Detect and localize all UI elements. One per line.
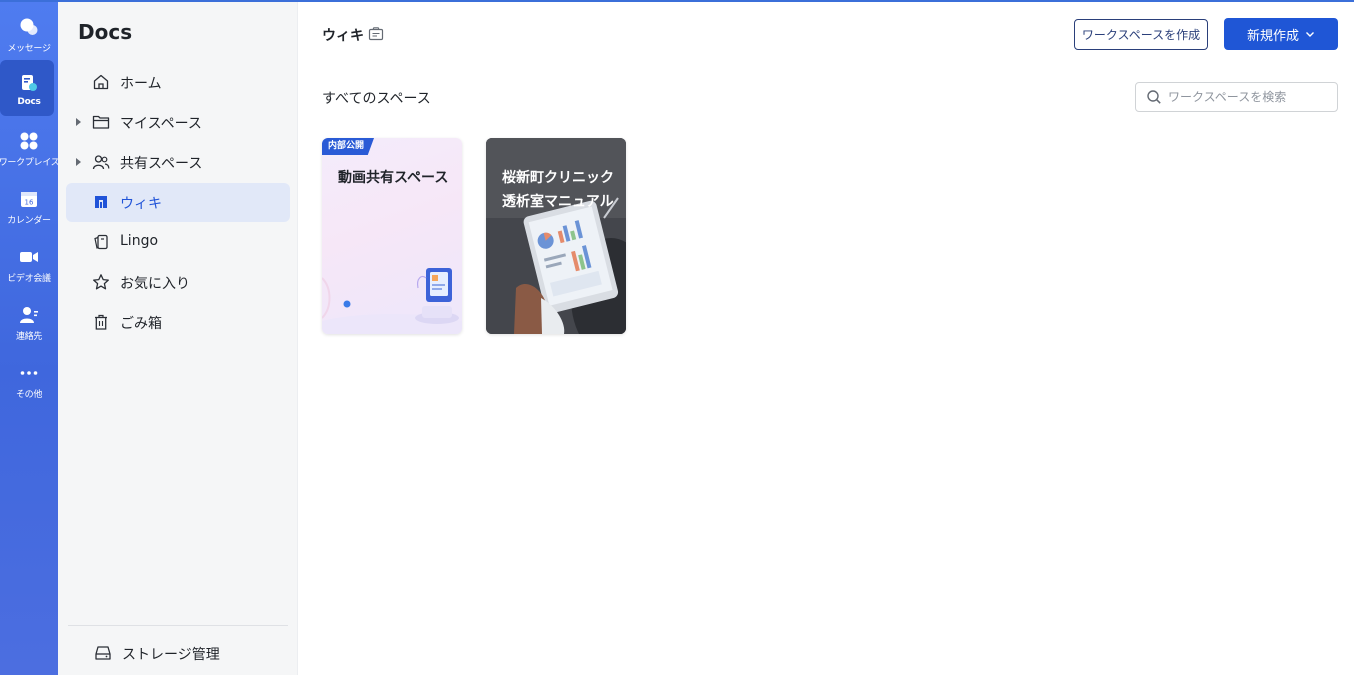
more-dots-icon — [18, 362, 40, 384]
rail-item-label: ビデオ会議 — [7, 274, 51, 284]
rail-item-messages[interactable]: メッセージ — [0, 4, 58, 60]
home-icon — [93, 74, 109, 90]
sidebar-title: Docs — [78, 20, 133, 44]
sidebar-item-my-space[interactable]: マイスペース — [66, 103, 290, 142]
video-camera-icon — [18, 246, 40, 268]
workplace-grid-icon — [18, 130, 40, 152]
workspace-search[interactable] — [1135, 82, 1338, 112]
sidebar-item-home[interactable]: ホーム — [66, 63, 290, 102]
search-icon — [1147, 90, 1161, 104]
calendar-day-number: 16 — [25, 199, 34, 207]
section-title: すべてのスペース — [322, 91, 431, 107]
sidebar-divider — [68, 625, 288, 626]
wiki-icon — [95, 196, 107, 208]
rail-item-label: その他 — [15, 390, 43, 400]
docs-icon — [18, 72, 40, 94]
sidebar-item-label: マイスペース — [120, 116, 202, 132]
space-card[interactable]: 内部公開 動画共有スペース — [322, 138, 462, 334]
rail-item-docs[interactable]: Docs — [0, 60, 58, 116]
create-workspace-button[interactable]: ワークスペースを作成 — [1074, 19, 1208, 50]
docs-sidebar: Docs ホーム マイスペース 共有スペース ウィキ Lingo お気に入り ご… — [58, 0, 298, 675]
sidebar-item-lingo[interactable]: Lingo — [66, 223, 290, 262]
main-content: ウィキ ワークスペースを作成 新規作成 すべてのスペース 内部公開 動画共有スペ… — [298, 0, 1354, 675]
sidebar-item-shared-space[interactable]: 共有スペース — [66, 143, 290, 182]
contacts-icon — [18, 304, 40, 326]
rail-item-label: メッセージ — [7, 44, 51, 54]
rail-item-video[interactable]: ビデオ会議 — [0, 234, 58, 290]
cover-illustration — [322, 268, 462, 334]
top-accent-line — [0, 0, 1354, 2]
calendar-icon: 16 — [18, 188, 40, 210]
star-icon — [93, 274, 109, 290]
new-create-label: 新規作成 — [1246, 28, 1299, 44]
chevron-down-icon — [1306, 32, 1314, 37]
search-input[interactable] — [1168, 88, 1330, 106]
new-create-button[interactable]: 新規作成 — [1224, 18, 1338, 50]
app-rail: メッセージ Docs ワークプレイス 16 カレンダー ビデオ会議 連絡先 その… — [0, 0, 60, 675]
page-title: ウィキ — [322, 28, 364, 44]
trash-icon — [95, 314, 107, 330]
chat-bubble-icon — [18, 16, 40, 38]
sidebar-item-label: ウィキ — [120, 196, 162, 212]
rail-item-workplace[interactable]: ワークプレイス — [0, 118, 60, 174]
sidebar-item-wiki[interactable]: ウィキ — [66, 183, 290, 222]
space-card[interactable]: 桜新町クリニック透析室マニュアル — [486, 138, 626, 334]
rail-item-more[interactable]: その他 — [0, 350, 58, 406]
sidebar-item-label: お気に入り — [120, 276, 190, 292]
space-card-title: 動画共有スペース — [338, 170, 449, 186]
sidebar-item-favorites[interactable]: お気に入り — [66, 263, 290, 302]
sidebar-item-label: Lingo — [120, 233, 159, 249]
lingo-icon — [94, 234, 108, 250]
sidebar-item-label: ホーム — [120, 76, 162, 92]
sidebar-item-label: ごみ箱 — [120, 316, 162, 332]
expand-caret-icon[interactable] — [76, 158, 81, 166]
rail-item-label: 連絡先 — [15, 332, 43, 342]
rail-item-label: カレンダー — [7, 216, 51, 226]
storage-drive-icon — [95, 646, 111, 660]
storage-management-button[interactable]: ストレージ管理 — [66, 636, 290, 670]
rail-item-calendar[interactable]: 16 カレンダー — [0, 176, 58, 232]
rail-item-contacts[interactable]: 連絡先 — [0, 292, 58, 348]
storage-label: ストレージ管理 — [122, 647, 220, 663]
rail-item-label: Docs — [17, 97, 41, 107]
shared-users-icon — [92, 155, 110, 170]
space-info-icon[interactable] — [368, 26, 384, 42]
sidebar-item-trash[interactable]: ごみ箱 — [66, 303, 290, 342]
sidebar-item-label: 共有スペース — [120, 156, 203, 172]
folder-icon — [92, 115, 110, 129]
rail-item-label: ワークプレイス — [0, 158, 60, 168]
space-card-title: 桜新町クリニック透析室マニュアル — [502, 170, 614, 210]
visibility-badge: 内部公開 — [322, 138, 375, 155]
expand-caret-icon[interactable] — [76, 118, 81, 126]
